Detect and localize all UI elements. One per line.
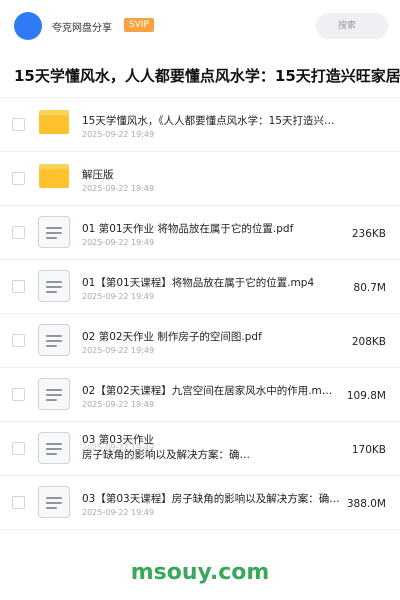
list-item[interactable]: 02【第02天课程】九宫空间在居家风水中的作用.m… 2025-09-22 19… (0, 368, 400, 422)
avatar[interactable] (14, 12, 42, 40)
select-checkbox[interactable] (12, 172, 25, 185)
document-icon (38, 432, 70, 464)
list-item[interactable]: 01【第01天课程】将物品放在属于它的位置.mp4 2025-09-22 19:… (0, 260, 400, 314)
file-size: 208KB (351, 336, 386, 348)
file-date: 2025-09-22 19:49 (82, 238, 155, 247)
file-date: 2025-09-22 19:49 (82, 184, 155, 193)
file-name: 03【第03天课程】房子缺角的影响以及解决方案：确… (82, 493, 340, 505)
watermark: msouy.com (130, 560, 270, 585)
file-name-continued: 房子缺角的影响以及解决方案：确… (82, 449, 250, 461)
select-checkbox[interactable] (12, 496, 25, 509)
select-checkbox[interactable] (12, 388, 25, 401)
share-name: 夸克网盘分享 (52, 23, 112, 34)
file-name: 15天学懂风水，《人人都要懂点风水学：15天打造兴… (82, 115, 335, 127)
document-icon (38, 378, 70, 410)
file-size: 109.8M (346, 390, 386, 402)
file-size: 170KB (351, 444, 386, 456)
header-bar: 夸克网盘分享 SVIP 搜索 (0, 0, 400, 52)
document-icon (38, 216, 70, 248)
file-name: 02 第02天作业 制作房子的空间图.pdf (82, 331, 262, 343)
file-name: 01 第01天作业 将物品放在属于它的位置.pdf (82, 223, 294, 235)
list-item[interactable]: 01 第01天作业 将物品放在属于它的位置.pdf 2025-09-22 19:… (0, 206, 400, 260)
list-item[interactable]: 15天学懂风水，《人人都要懂点风水学：15天打造兴… 2025-09-22 19… (0, 98, 400, 152)
file-list: 15天学懂风水，《人人都要懂点风水学：15天打造兴… 2025-09-22 19… (0, 98, 400, 530)
file-date: 2025-09-22 19:49 (82, 346, 155, 355)
page-title: 15天学懂风水，人人都要懂点风水学：15天打造兴旺家居， (14, 67, 400, 85)
select-checkbox[interactable] (12, 118, 25, 131)
file-date: 2025-09-22 19:49 (82, 292, 155, 301)
file-date: 2025-09-22 19:49 (82, 508, 155, 517)
document-icon (38, 270, 70, 302)
file-name: 02【第02天课程】九宫空间在居家风水中的作用.m… (82, 385, 333, 397)
list-item[interactable]: 解压版 2025-09-22 19:49 (0, 152, 400, 206)
select-checkbox[interactable] (12, 334, 25, 347)
folder-icon (39, 164, 69, 188)
file-date: 2025-09-22 19:49 (82, 130, 155, 139)
folder-icon (39, 110, 69, 134)
list-item[interactable]: 03【第03天课程】房子缺角的影响以及解决方案：确… 2025-09-22 19… (0, 476, 400, 530)
file-name: 解压版 (82, 169, 114, 181)
title-bar: 15天学懂风水，人人都要懂点风水学：15天打造兴旺家居， (0, 52, 400, 98)
file-date: 2025-09-22 19:49 (82, 400, 155, 409)
file-size: 236KB (351, 228, 386, 240)
svip-badge: SVIP (124, 18, 154, 32)
search-input[interactable]: 搜索 (316, 13, 388, 39)
select-checkbox[interactable] (12, 280, 25, 293)
list-item[interactable]: 02 第02天作业 制作房子的空间图.pdf 2025-09-22 19:49 … (0, 314, 400, 368)
select-checkbox[interactable] (12, 442, 25, 455)
file-size: 80.7M (353, 282, 386, 294)
document-icon (38, 486, 70, 518)
select-checkbox[interactable] (12, 226, 25, 239)
list-item[interactable]: 03 第03天作业 2025-09-22 19:49 房子缺角的影响以及解决方案… (0, 422, 400, 476)
document-icon (38, 324, 70, 356)
file-name: 01【第01天课程】将物品放在属于它的位置.mp4 (82, 277, 315, 289)
file-size: 388.0M (346, 498, 386, 510)
